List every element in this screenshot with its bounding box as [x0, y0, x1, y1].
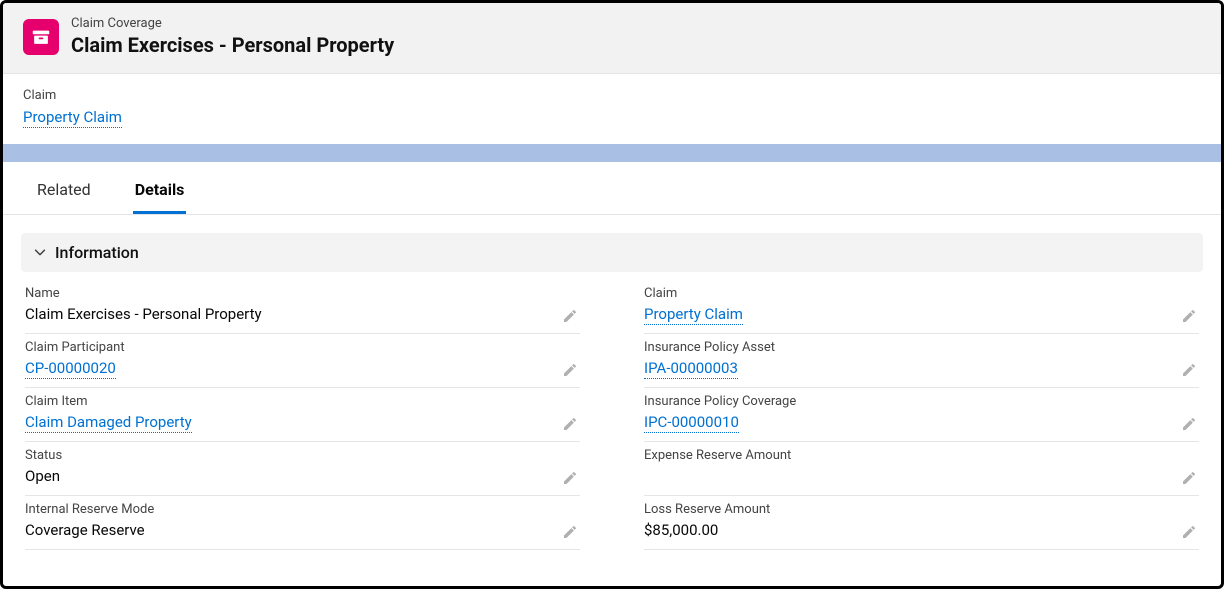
- pencil-icon[interactable]: [562, 415, 580, 433]
- left-column: Name Claim Exercises - Personal Property C…: [25, 280, 580, 550]
- field-value: Open: [25, 467, 580, 487]
- field-value: [644, 467, 1199, 487]
- field-value: Coverage Reserve: [25, 521, 580, 541]
- field-label: Insurance Policy Asset: [644, 340, 1199, 355]
- tab-related[interactable]: Related: [35, 162, 93, 214]
- field-label: Status: [25, 448, 580, 463]
- details-panel: Information Name Claim Exercises - Person…: [21, 233, 1203, 550]
- section-title: Information: [55, 243, 139, 262]
- field-value: Claim Damaged Property: [25, 413, 580, 433]
- field-row: Internal Reserve Mode Coverage Reserve: [25, 496, 580, 550]
- highlight-claim-label: Claim: [23, 88, 1201, 103]
- highlights-panel: Claim Property Claim: [3, 74, 1221, 144]
- claim-coverage-icon: [23, 19, 59, 55]
- field-row: Status Open: [25, 442, 580, 496]
- field-label: Claim Item: [25, 394, 580, 409]
- pencil-icon[interactable]: [1181, 523, 1199, 541]
- field-row: Insurance Policy Asset IPA-00000003: [644, 334, 1199, 388]
- field-row: Name Claim Exercises - Personal Property: [25, 280, 580, 334]
- field-value-link[interactable]: IPA-00000003: [644, 359, 738, 379]
- pencil-icon[interactable]: [1181, 307, 1199, 325]
- field-label: Name: [25, 286, 580, 301]
- pencil-icon[interactable]: [1181, 469, 1199, 487]
- field-label: Claim Participant: [25, 340, 580, 355]
- field-value-link[interactable]: Claim Damaged Property: [25, 413, 192, 433]
- field-label: Expense Reserve Amount: [644, 448, 1199, 463]
- field-row: Claim Participant CP-00000020: [25, 334, 580, 388]
- tab-details[interactable]: Details: [133, 162, 187, 214]
- record-page: Claim Coverage Claim Exercises - Persona…: [0, 0, 1224, 589]
- field-row: Claim Item Claim Damaged Property: [25, 388, 580, 442]
- field-row: Loss Reserve Amount $85,000.00: [644, 496, 1199, 550]
- field-value: Property Claim: [644, 305, 1199, 325]
- pencil-icon[interactable]: [562, 523, 580, 541]
- field-value-link[interactable]: Property Claim: [644, 305, 743, 325]
- field-row: Insurance Policy Coverage IPC-00000010: [644, 388, 1199, 442]
- field-value: IPA-00000003: [644, 359, 1199, 379]
- record-header: Claim Coverage Claim Exercises - Persona…: [3, 3, 1221, 74]
- field-value: CP-00000020: [25, 359, 580, 379]
- pencil-icon[interactable]: [1181, 415, 1199, 433]
- pencil-icon[interactable]: [1181, 361, 1199, 379]
- right-column: Claim Property Claim Insurance Policy Asse…: [644, 280, 1199, 550]
- field-label: Claim: [644, 286, 1199, 301]
- field-value: $85,000.00: [644, 521, 1199, 541]
- section-header-information[interactable]: Information: [21, 233, 1203, 272]
- object-label: Claim Coverage: [71, 16, 394, 33]
- field-value-link[interactable]: IPC-00000010: [644, 413, 739, 433]
- box-icon: [30, 26, 52, 48]
- highlight-claim-link[interactable]: Property Claim: [23, 108, 122, 128]
- field-row: Expense Reserve Amount: [644, 442, 1199, 496]
- field-label: Insurance Policy Coverage: [644, 394, 1199, 409]
- record-title: Claim Exercises - Personal Property: [71, 33, 394, 58]
- field-value-link[interactable]: CP-00000020: [25, 359, 116, 379]
- field-value: IPC-00000010: [644, 413, 1199, 433]
- pencil-icon[interactable]: [562, 469, 580, 487]
- chevron-down-icon: [33, 245, 47, 259]
- field-value: Claim Exercises - Personal Property: [25, 305, 580, 325]
- field-label: Internal Reserve Mode: [25, 502, 580, 517]
- accent-band: [3, 144, 1221, 162]
- pencil-icon[interactable]: [562, 307, 580, 325]
- field-grid: Name Claim Exercises - Personal Property C…: [21, 280, 1203, 550]
- field-row: Claim Property Claim: [644, 280, 1199, 334]
- field-label: Loss Reserve Amount: [644, 502, 1199, 517]
- pencil-icon[interactable]: [562, 361, 580, 379]
- tabset: Related Details: [3, 162, 1221, 215]
